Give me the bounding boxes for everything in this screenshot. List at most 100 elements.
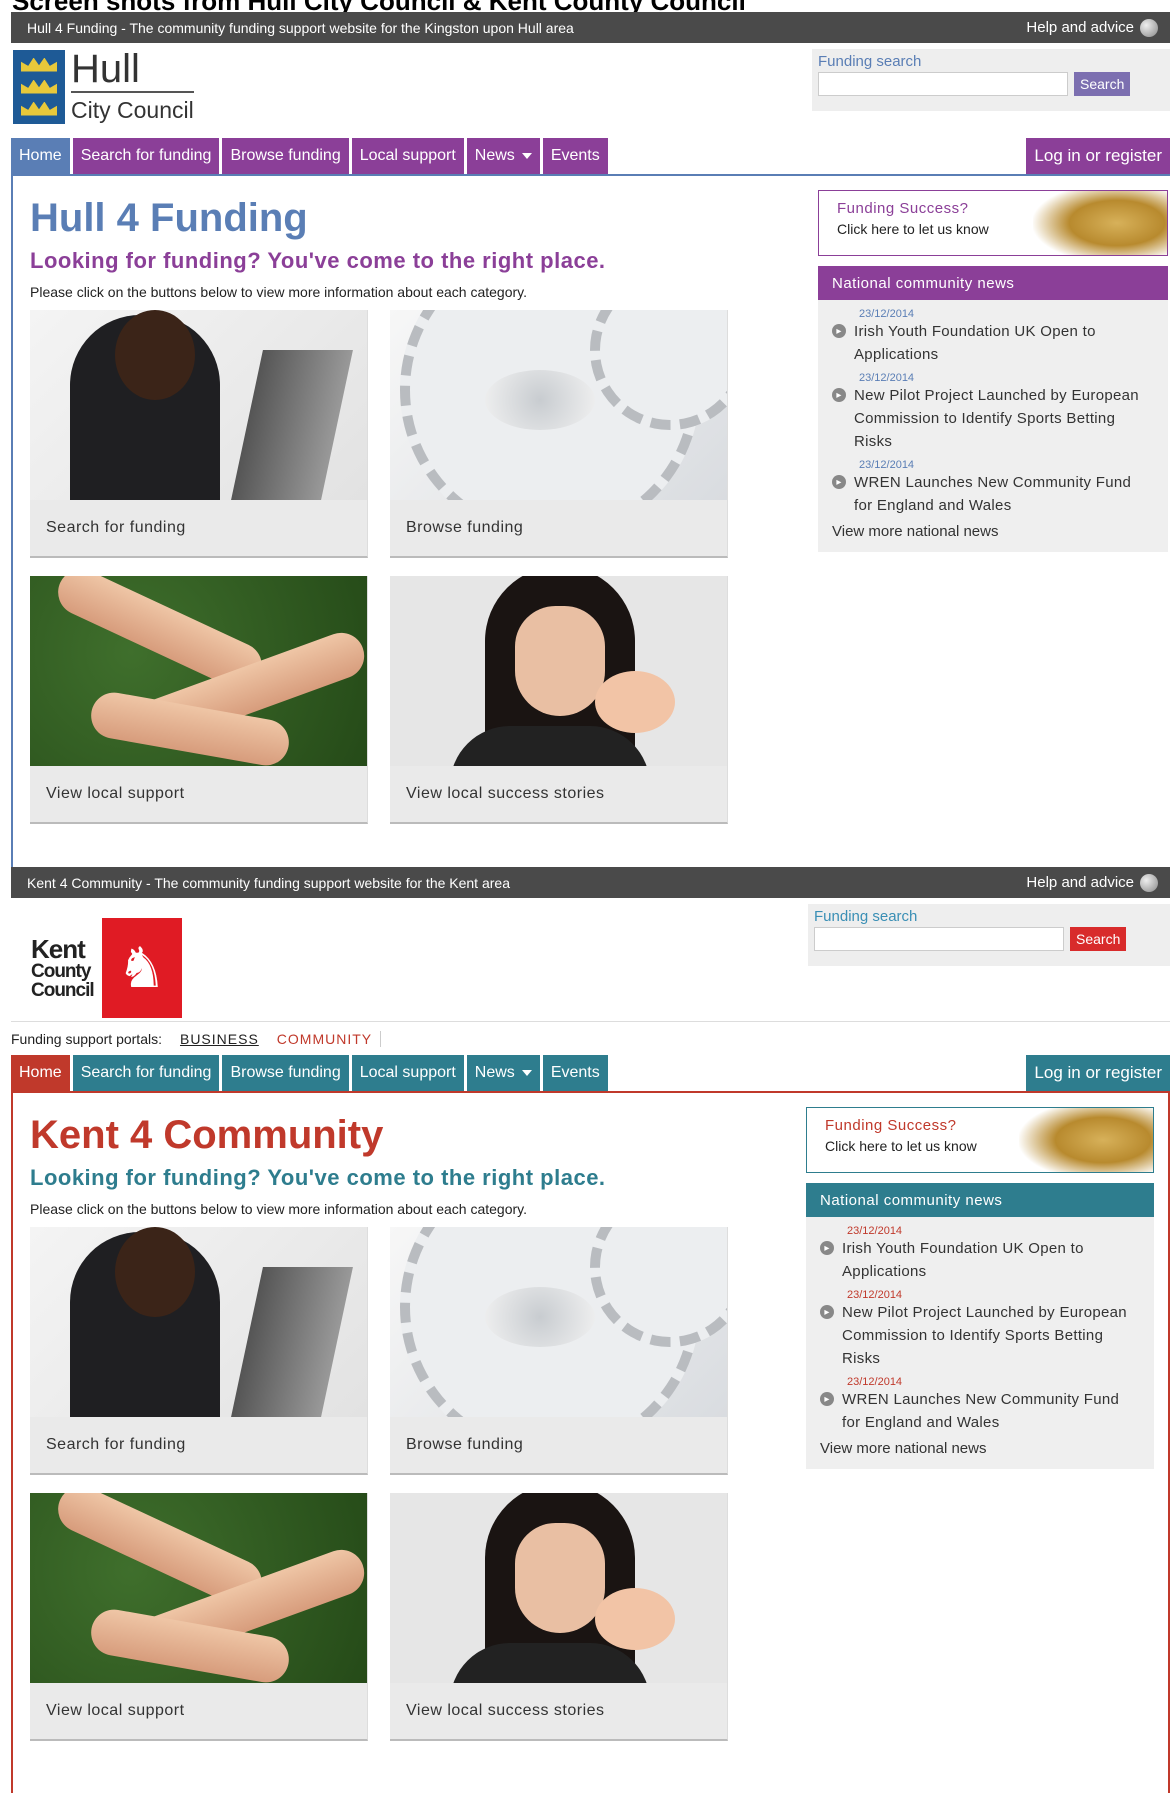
main-column: Kent 4 Community Looking for funding? Yo… bbox=[30, 1113, 730, 1741]
nav-news-label: News bbox=[474, 1064, 515, 1081]
page-subtitle: Looking for funding? You've come to the … bbox=[30, 248, 606, 273]
woman-piggy-bank-image bbox=[390, 576, 727, 766]
nav-news[interactable]: News bbox=[466, 138, 540, 174]
help-icon bbox=[1140, 18, 1158, 37]
funding-success-banner[interactable]: Funding Success? Click here to let us kn… bbox=[818, 190, 1168, 256]
hull-logo[interactable]: Hull City Council bbox=[13, 49, 194, 124]
top-bar: Hull 4 Funding - The community funding s… bbox=[11, 12, 1170, 43]
news-item: 23/12/2014 ▸ WREN Launches New Community … bbox=[820, 1376, 1140, 1434]
news-title-link[interactable]: New Pilot Project Launched by European C… bbox=[854, 384, 1154, 453]
news-item: 23/12/2014 ▸ Irish Youth Foundation UK Op… bbox=[832, 308, 1154, 366]
news-title-link[interactable]: WREN Launches New Community Fund for Eng… bbox=[842, 1388, 1140, 1434]
nav-news[interactable]: News bbox=[466, 1055, 540, 1091]
tile-browse-funding[interactable]: Browse funding bbox=[390, 1227, 728, 1475]
category-tiles: Search for funding Browse funding View l… bbox=[30, 310, 730, 824]
funding-search-label: Funding search bbox=[818, 53, 922, 70]
news-title-link[interactable]: WREN Launches New Community Fund for Eng… bbox=[854, 471, 1154, 517]
logo-subtitle: City Council bbox=[71, 97, 194, 123]
main-nav: Home Search for funding Browse funding L… bbox=[11, 1055, 1170, 1093]
national-news-panel: National community news 23/12/2014 ▸ Iris… bbox=[806, 1183, 1154, 1469]
tile-local-success-stories[interactable]: View local success stories bbox=[390, 1493, 728, 1741]
arrow-right-icon: ▸ bbox=[832, 388, 846, 402]
search-button[interactable]: Search bbox=[1074, 72, 1131, 96]
tile-local-support[interactable]: View local support bbox=[30, 1493, 368, 1741]
portal-business-link[interactable]: BUSINESS bbox=[180, 1031, 259, 1047]
joined-hands-image bbox=[30, 576, 367, 766]
nav-local-support[interactable]: Local support bbox=[351, 1055, 464, 1091]
national-news-panel: National community news 23/12/2014 ▸ Iris… bbox=[818, 266, 1168, 552]
arrow-right-icon: ▸ bbox=[832, 324, 846, 338]
top-bar: Kent 4 Community - The community funding… bbox=[11, 867, 1170, 898]
nav-browse-funding[interactable]: Browse funding bbox=[222, 138, 349, 174]
woman-laptop-image bbox=[30, 1227, 367, 1417]
joined-hands-image bbox=[30, 1493, 367, 1683]
funding-search-input[interactable] bbox=[818, 72, 1068, 96]
view-more-news-link[interactable]: View more national news bbox=[806, 1440, 1154, 1457]
logo-title: Hull bbox=[71, 49, 194, 93]
news-date: 23/12/2014 bbox=[859, 459, 915, 471]
help-link[interactable]: Help and advice bbox=[1026, 873, 1158, 892]
site-header: Hull City Council Funding search Search bbox=[11, 43, 1170, 138]
news-date: 23/12/2014 bbox=[859, 372, 915, 384]
help-link[interactable]: Help and advice bbox=[1026, 18, 1158, 37]
news-date: 23/12/2014 bbox=[859, 308, 915, 320]
main-column: Hull 4 Funding Looking for funding? You'… bbox=[30, 196, 730, 824]
gears-image bbox=[390, 310, 727, 500]
arrow-right-icon: ▸ bbox=[832, 475, 846, 489]
tile-label: View local success stories bbox=[406, 785, 605, 802]
funding-search-label: Funding search bbox=[814, 908, 918, 925]
news-item: 23/12/2014 ▸ WREN Launches New Community … bbox=[832, 459, 1154, 517]
login-register-button[interactable]: Log in or register bbox=[1026, 1055, 1170, 1091]
login-register-button[interactable]: Log in or register bbox=[1026, 138, 1170, 174]
funding-search-box: Funding search Search bbox=[812, 49, 1170, 111]
funding-portals-bar: Funding support portals: BUSINESS COMMUN… bbox=[11, 1021, 1170, 1055]
kent-logo[interactable]: Kent County Council ♞ bbox=[31, 918, 182, 1018]
help-icon bbox=[1140, 873, 1158, 892]
sidebar: Funding Success? Click here to let us kn… bbox=[806, 1107, 1154, 1469]
news-item: 23/12/2014 ▸ New Pilot Project Launched b… bbox=[820, 1289, 1140, 1370]
funding-success-banner[interactable]: Funding Success? Click here to let us kn… bbox=[806, 1107, 1154, 1173]
view-more-news-link[interactable]: View more national news bbox=[818, 523, 1168, 540]
chevron-down-icon bbox=[521, 153, 532, 159]
nav-events[interactable]: Events bbox=[542, 1055, 608, 1091]
main-content: Kent 4 Community Looking for funding? Yo… bbox=[11, 1093, 1170, 1793]
news-title-link[interactable]: Irish Youth Foundation UK Open to Applic… bbox=[842, 1237, 1140, 1283]
nav-search-for-funding[interactable]: Search for funding bbox=[72, 138, 220, 174]
gears-image bbox=[390, 1227, 727, 1417]
tile-label: Browse funding bbox=[406, 519, 524, 536]
nav-local-support[interactable]: Local support bbox=[351, 138, 464, 174]
nav-home[interactable]: Home bbox=[11, 138, 70, 174]
white-horse-icon: ♞ bbox=[101, 918, 182, 1018]
tile-label: Browse funding bbox=[406, 1436, 524, 1453]
kent-site-screenshot: Kent 4 Community - The community funding… bbox=[11, 867, 1170, 1796]
search-button[interactable]: Search bbox=[1070, 927, 1127, 951]
nav-search-for-funding[interactable]: Search for funding bbox=[72, 1055, 220, 1091]
page-title: Kent 4 Community bbox=[30, 1113, 384, 1157]
news-title-link[interactable]: New Pilot Project Launched by European C… bbox=[842, 1301, 1140, 1370]
portal-community-link[interactable]: COMMUNITY bbox=[277, 1030, 382, 1047]
news-item: 23/12/2014 ▸ Irish Youth Foundation UK Op… bbox=[820, 1225, 1140, 1283]
hull-site-screenshot: Hull 4 Funding - The community funding s… bbox=[11, 12, 1170, 870]
tile-search-for-funding[interactable]: Search for funding bbox=[30, 310, 368, 558]
help-label: Help and advice bbox=[1026, 19, 1134, 36]
news-date: 23/12/2014 bbox=[847, 1289, 903, 1301]
tile-browse-funding[interactable]: Browse funding bbox=[390, 310, 728, 558]
tile-local-success-stories[interactable]: View local success stories bbox=[390, 576, 728, 824]
news-heading: National community news bbox=[818, 266, 1168, 300]
nav-browse-funding[interactable]: Browse funding bbox=[222, 1055, 349, 1091]
site-tagline: Hull 4 Funding - The community funding s… bbox=[27, 19, 574, 36]
site-tagline: Kent 4 Community - The community funding… bbox=[27, 874, 510, 891]
tile-label: Search for funding bbox=[46, 1436, 186, 1453]
nav-home[interactable]: Home bbox=[11, 1055, 70, 1091]
woman-laptop-image bbox=[30, 310, 367, 500]
funding-search-input[interactable] bbox=[814, 927, 1064, 951]
arrow-right-icon: ▸ bbox=[820, 1305, 834, 1319]
tile-local-support[interactable]: View local support bbox=[30, 576, 368, 824]
nav-events[interactable]: Events bbox=[542, 138, 608, 174]
tile-search-for-funding[interactable]: Search for funding bbox=[30, 1227, 368, 1475]
logo-line-3: Council bbox=[31, 980, 95, 1001]
help-label: Help and advice bbox=[1026, 874, 1134, 891]
site-header: Kent County Council ♞ Funding search Sea… bbox=[11, 898, 1170, 1055]
news-title-link[interactable]: Irish Youth Foundation UK Open to Applic… bbox=[854, 320, 1154, 366]
page-subtitle: Looking for funding? You've come to the … bbox=[30, 1165, 606, 1190]
